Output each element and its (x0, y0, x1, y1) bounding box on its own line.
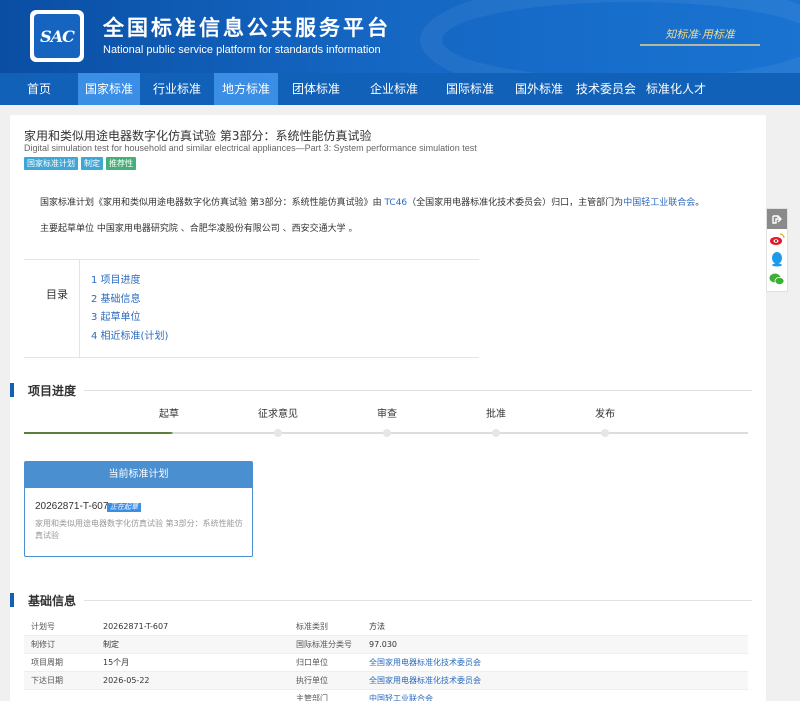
step-dot-approval (492, 429, 500, 437)
tag-revision: 制定 (81, 157, 103, 170)
step-dot-comments (274, 429, 282, 437)
card-header: 当前标准计划 (25, 462, 252, 488)
info-value: 20262871-T-607 (103, 622, 169, 631)
info-value: 方法 (369, 622, 385, 631)
share-sidebar (766, 208, 788, 292)
nav-group-standards[interactable]: 团体标准 (278, 73, 354, 105)
nav-industry-standards[interactable]: 行业标准 (140, 73, 214, 105)
current-plan-card[interactable]: 当前标准计划 20262871-T-607 正在起草 家用和类似用途电器数字化仿… (24, 461, 253, 557)
step-dot-review (383, 429, 391, 437)
status-badge: 正在起草 (107, 503, 141, 512)
info-value: 15个月 (103, 658, 130, 667)
progress-completed (24, 432, 169, 434)
toc-item-similar-standards[interactable]: 4 相近标准(计划) (91, 328, 168, 347)
info-link[interactable]: 全国家用电器标准化技术委员会 (369, 654, 481, 672)
sac-logo[interactable]: SAC (30, 10, 84, 62)
document-title-english: Digital simulation test for household an… (24, 143, 477, 153)
basic-info-table: 计划号 20262871-T-607 标准类别 方法 制修订 制定 国际标准分类… (24, 618, 748, 701)
drafting-units-text: 主要起草单位 中国家用电器研究院 、合肥华凌股份有限公司 、西安交通大学 。 (40, 224, 358, 234)
table-row: 项目周期 15个月 归口单位 全国家用电器标准化技术委员会 (24, 654, 748, 672)
nav-international-standards[interactable]: 国际标准 (434, 73, 506, 105)
document-tags: 国家标准计划 制定 推荐性 (24, 157, 136, 170)
wechat-icon[interactable] (767, 269, 787, 289)
intro-prefix: 国家标准计划《家用和类似用途电器数字化仿真试验 第3部分：系统性能仿真试验》由 (40, 198, 385, 208)
tag-nature: 推荐性 (106, 157, 136, 170)
step-dot-publish (601, 429, 609, 437)
section-rule (84, 390, 752, 391)
info-key: 国际标准分类号 (296, 640, 352, 649)
logo-text: SAC (34, 14, 80, 58)
info-value: 97.030 (369, 640, 397, 649)
site-title: 全国标准信息公共服务平台 (103, 16, 391, 40)
toc-list: 1 项目进度 2 基础信息 3 起草单位 4 相近标准(计划) (91, 272, 168, 346)
table-row: 制修订 制定 国际标准分类号 97.030 (24, 636, 748, 654)
nav-foreign-standards[interactable]: 国外标准 (506, 73, 572, 105)
nav-enterprise-standards[interactable]: 企业标准 (354, 73, 434, 105)
section-title: 项目进度 (28, 384, 77, 398)
info-key: 标准类别 (296, 622, 328, 631)
nav-standardization-talent[interactable]: 标准化人才 (640, 73, 712, 105)
toc-item-drafting-units[interactable]: 3 起草单位 (91, 309, 168, 328)
nav-local-standards[interactable]: 地方标准 (214, 73, 278, 105)
step-label-drafting: 起草 (159, 409, 179, 420)
toc-item-basic-info[interactable]: 2 基础信息 (91, 291, 168, 310)
department-link[interactable]: 中国轻工业联合会 (623, 198, 695, 208)
table-row: 主管部门 中国轻工业联合会 (24, 690, 748, 701)
intro-middle: （全国家用电器标准化技术委员会）归口，主管部门为 (407, 198, 624, 208)
info-key: 执行单位 (296, 676, 328, 685)
section-title: 基础信息 (28, 594, 77, 608)
info-key: 计划号 (31, 622, 55, 631)
share-icon[interactable] (767, 209, 787, 229)
toc-item-progress[interactable]: 1 项目进度 (91, 272, 168, 291)
step-label-review: 审查 (377, 409, 397, 420)
info-key: 主管部门 (296, 694, 328, 701)
plan-code: 20262871-T-607 (35, 501, 109, 512)
qq-icon[interactable] (767, 249, 787, 269)
section-marker (10, 593, 14, 607)
main-nav: 首页 国家标准 行业标准 地方标准 团体标准 企业标准 国际标准 国外标准 技术… (0, 73, 800, 105)
step-dot-drafting (165, 432, 173, 434)
info-key: 项目周期 (31, 658, 63, 667)
info-link[interactable]: 全国家用电器标准化技术委员会 (369, 672, 481, 690)
table-of-contents: 目录 1 项目进度 2 基础信息 3 起草单位 4 相近标准(计划) (24, 259, 479, 358)
info-link[interactable]: 中国轻工业联合会 (369, 690, 433, 701)
step-label-comments: 征求意见 (258, 409, 298, 420)
table-row: 计划号 20262871-T-607 标准类别 方法 (24, 618, 748, 636)
info-value: 2026-05-22 (103, 676, 150, 685)
toc-label: 目录 (46, 288, 68, 301)
nav-home[interactable]: 首页 (0, 73, 78, 105)
info-key: 制修订 (31, 640, 55, 649)
step-label-approval: 批准 (486, 409, 506, 420)
site-header: SAC 全国标准信息公共服务平台 National public service… (0, 0, 800, 73)
section-marker (10, 383, 14, 397)
tc-link[interactable]: TC46 (384, 198, 407, 208)
content-panel: 家用和类似用途电器数字化仿真试验 第3部分：系统性能仿真试验 Digital s… (10, 115, 766, 701)
nav-technical-committees[interactable]: 技术委员会 (572, 73, 640, 105)
plan-description: 家用和类似用途电器数字化仿真试验 第3部分：系统性能仿真试验 (35, 519, 243, 540)
intro-text: 国家标准计划《家用和类似用途电器数字化仿真试验 第3部分：系统性能仿真试验》由 … (40, 195, 704, 208)
site-subtitle: National public service platform for sta… (103, 44, 381, 56)
tag-plan-type: 国家标准计划 (24, 157, 78, 170)
intro-suffix: 。 (695, 198, 705, 208)
toc-divider (79, 260, 80, 357)
section-basic-info-heading: 基础信息 (10, 591, 752, 609)
progress-timeline: 起草 征求意见 审查 批准 发布 (24, 405, 748, 445)
step-label-publish: 发布 (595, 409, 615, 420)
slogan: 知标准·用标准 (640, 24, 760, 46)
section-rule (84, 600, 752, 601)
nav-national-standards[interactable]: 国家标准 (78, 73, 140, 105)
document-title: 家用和类似用途电器数字化仿真试验 第3部分：系统性能仿真试验 (24, 129, 372, 143)
section-progress-heading: 项目进度 (10, 381, 752, 399)
info-value: 制定 (103, 640, 119, 649)
info-key: 下达日期 (31, 676, 63, 685)
table-row: 下达日期 2026-05-22 执行单位 全国家用电器标准化技术委员会 (24, 672, 748, 690)
weibo-icon[interactable] (767, 229, 787, 249)
info-key: 归口单位 (296, 658, 328, 667)
